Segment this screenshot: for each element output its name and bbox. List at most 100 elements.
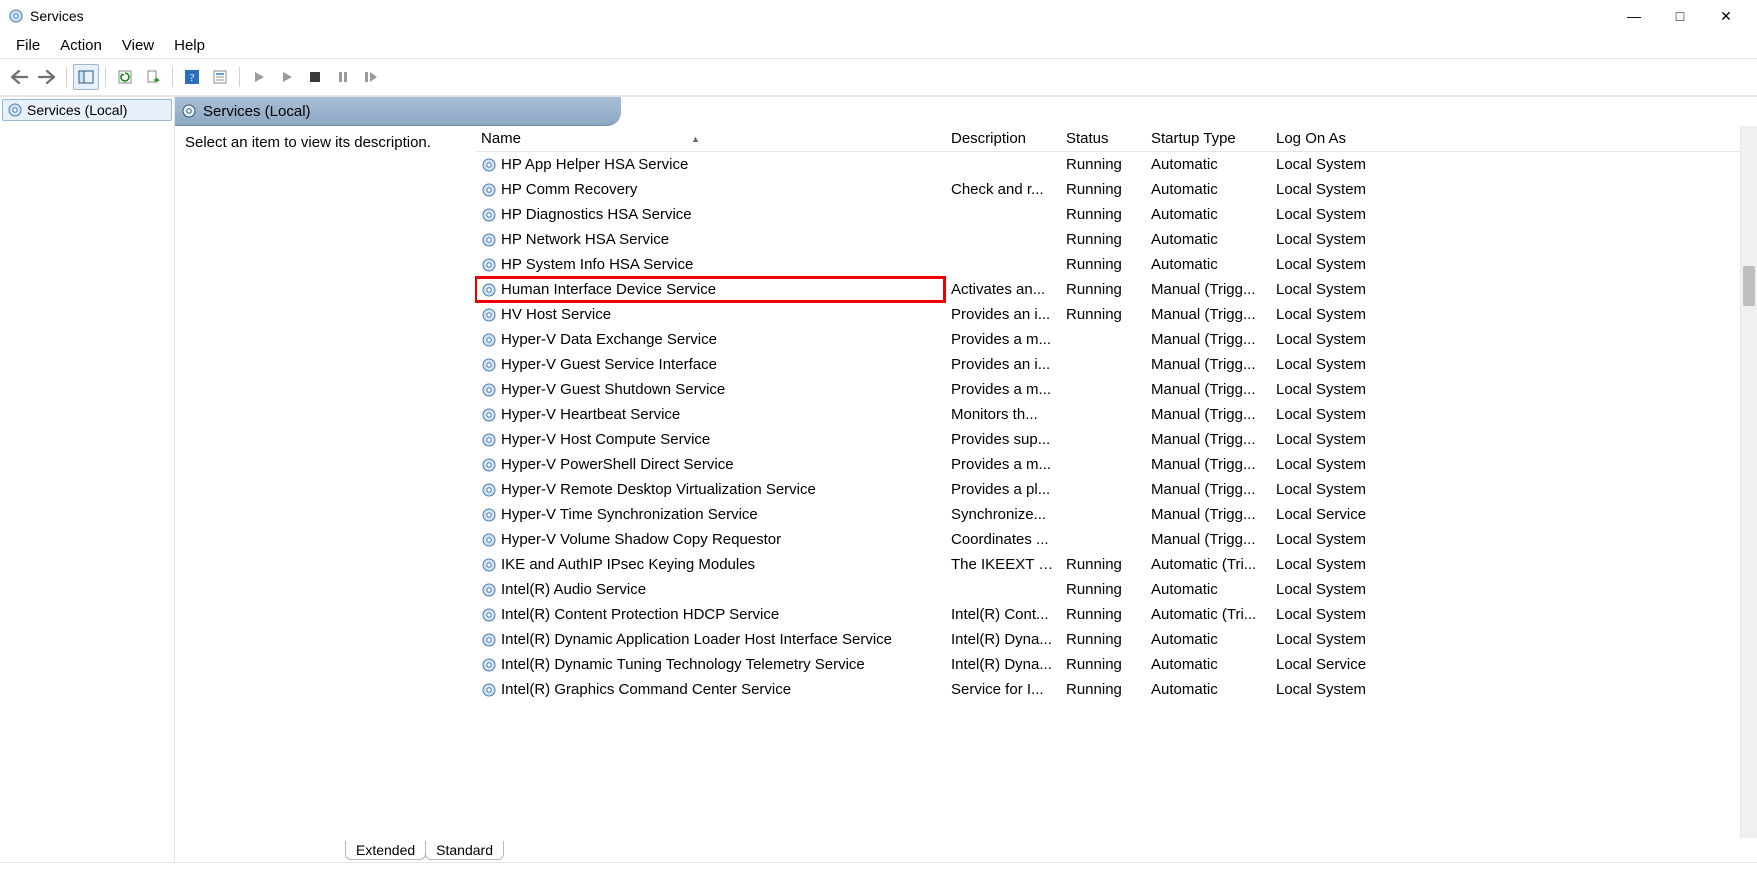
service-name-cell[interactable]: IKE and AuthIP IPsec Keying Modules: [475, 552, 945, 577]
gear-icon: [481, 182, 497, 198]
window-title: Services: [30, 8, 84, 24]
service-row[interactable]: Hyper-V Remote Desktop Virtualization Se…: [475, 477, 1740, 502]
service-status: Running: [1060, 677, 1145, 702]
start-service-alt-button[interactable]: [274, 64, 300, 90]
service-name-cell[interactable]: HP System Info HSA Service: [475, 252, 945, 277]
service-desc: Intel(R) Dyna...: [945, 652, 1060, 677]
scrollbar-thumb[interactable]: [1743, 266, 1755, 306]
properties-button[interactable]: [207, 64, 233, 90]
stop-service-button[interactable]: [302, 64, 328, 90]
service-desc: Intel(R) Cont...: [945, 602, 1060, 627]
service-row[interactable]: Intel(R) Dynamic Application Loader Host…: [475, 627, 1740, 652]
sort-asc-icon: ▲: [691, 134, 700, 144]
restart-service-button[interactable]: [358, 64, 384, 90]
service-name: IKE and AuthIP IPsec Keying Modules: [501, 556, 755, 573]
service-row[interactable]: Intel(R) Content Protection HDCP Service…: [475, 602, 1740, 627]
service-startup: Manual (Trigg...: [1145, 452, 1270, 477]
service-name-cell[interactable]: HP Diagnostics HSA Service: [475, 202, 945, 227]
back-button[interactable]: [6, 64, 32, 90]
column-description[interactable]: Description: [945, 126, 1060, 152]
service-name-cell[interactable]: Hyper-V Volume Shadow Copy Requestor: [475, 527, 945, 552]
service-desc: [945, 252, 1060, 277]
service-status: [1060, 352, 1145, 377]
service-status: [1060, 527, 1145, 552]
service-name-cell[interactable]: Hyper-V Remote Desktop Virtualization Se…: [475, 477, 945, 502]
service-row[interactable]: Human Interface Device ServiceActivates …: [475, 277, 1740, 302]
service-name-cell[interactable]: Hyper-V Guest Service Interface: [475, 352, 945, 377]
show-hide-tree-button[interactable]: [73, 64, 99, 90]
tab-standard[interactable]: Standard: [425, 841, 504, 860]
service-desc: Provides a m...: [945, 377, 1060, 402]
service-row[interactable]: Hyper-V Heartbeat ServiceMonitors th...M…: [475, 402, 1740, 427]
vertical-scrollbar[interactable]: [1740, 126, 1757, 838]
service-status: [1060, 402, 1145, 427]
service-name-cell[interactable]: Hyper-V Guest Shutdown Service: [475, 377, 945, 402]
service-desc: Service for I...: [945, 677, 1060, 702]
service-row[interactable]: HP Network HSA ServiceRunningAutomaticLo…: [475, 227, 1740, 252]
menu-view[interactable]: View: [112, 35, 164, 56]
service-name-cell[interactable]: HP App Helper HSA Service: [475, 152, 945, 177]
service-logon: Local System: [1270, 352, 1740, 377]
service-name-cell[interactable]: Hyper-V Host Compute Service: [475, 427, 945, 452]
column-status[interactable]: Status: [1060, 126, 1145, 152]
pause-service-button[interactable]: [330, 64, 356, 90]
service-row[interactable]: Hyper-V Data Exchange ServiceProvides a …: [475, 327, 1740, 352]
tree-root-services-local[interactable]: Services (Local): [2, 99, 172, 121]
service-name-cell[interactable]: HP Comm Recovery: [475, 177, 945, 202]
close-button[interactable]: ✕: [1703, 0, 1749, 32]
service-row[interactable]: Hyper-V PowerShell Direct ServiceProvide…: [475, 452, 1740, 477]
service-name: HP Network HSA Service: [501, 231, 669, 248]
service-row[interactable]: Hyper-V Guest Shutdown ServiceProvides a…: [475, 377, 1740, 402]
tab-extended[interactable]: Extended: [345, 841, 426, 860]
service-startup: Automatic: [1145, 627, 1270, 652]
column-name[interactable]: Name▲: [475, 126, 945, 152]
service-name: Intel(R) Dynamic Application Loader Host…: [501, 631, 892, 648]
service-row[interactable]: HP App Helper HSA ServiceRunningAutomati…: [475, 152, 1740, 178]
export-list-button[interactable]: [140, 64, 166, 90]
service-name-cell[interactable]: Hyper-V Time Synchronization Service: [475, 502, 945, 527]
service-row[interactable]: Hyper-V Host Compute ServiceProvides sup…: [475, 427, 1740, 452]
service-row[interactable]: HP Comm RecoveryCheck and r...RunningAut…: [475, 177, 1740, 202]
service-name: Intel(R) Dynamic Tuning Technology Telem…: [501, 656, 865, 673]
start-service-button[interactable]: [246, 64, 272, 90]
service-name: Hyper-V Volume Shadow Copy Requestor: [501, 531, 781, 548]
service-name: Hyper-V Data Exchange Service: [501, 331, 717, 348]
service-row[interactable]: Hyper-V Time Synchronization ServiceSync…: [475, 502, 1740, 527]
column-startup[interactable]: Startup Type: [1145, 126, 1270, 152]
refresh-button[interactable]: [112, 64, 138, 90]
service-name-cell[interactable]: Intel(R) Dynamic Application Loader Host…: [475, 627, 945, 652]
service-row[interactable]: IKE and AuthIP IPsec Keying ModulesThe I…: [475, 552, 1740, 577]
service-row[interactable]: Intel(R) Audio ServiceRunningAutomaticLo…: [475, 577, 1740, 602]
menu-action[interactable]: Action: [50, 35, 112, 56]
maximize-button[interactable]: □: [1657, 0, 1703, 32]
service-row[interactable]: Intel(R) Dynamic Tuning Technology Telem…: [475, 652, 1740, 677]
gear-icon: [481, 532, 497, 548]
service-name-cell[interactable]: Hyper-V Data Exchange Service: [475, 327, 945, 352]
service-name-cell[interactable]: Intel(R) Audio Service: [475, 577, 945, 602]
service-row[interactable]: Intel(R) Graphics Command Center Service…: [475, 677, 1740, 702]
service-row[interactable]: HP Diagnostics HSA ServiceRunningAutomat…: [475, 202, 1740, 227]
help-button[interactable]: ?: [179, 64, 205, 90]
service-row[interactable]: Hyper-V Guest Service InterfaceProvides …: [475, 352, 1740, 377]
column-logon[interactable]: Log On As: [1270, 126, 1740, 152]
service-name-cell[interactable]: Intel(R) Graphics Command Center Service: [475, 677, 945, 702]
service-name-cell[interactable]: Hyper-V PowerShell Direct Service: [475, 452, 945, 477]
service-name-cell[interactable]: Human Interface Device Service: [475, 277, 945, 302]
service-startup: Automatic: [1145, 652, 1270, 677]
service-name-cell[interactable]: HV Host Service: [475, 302, 945, 327]
service-name-cell[interactable]: Intel(R) Content Protection HDCP Service: [475, 602, 945, 627]
forward-button[interactable]: [34, 64, 60, 90]
service-name-cell[interactable]: Hyper-V Heartbeat Service: [475, 402, 945, 427]
service-status: Running: [1060, 627, 1145, 652]
service-row[interactable]: HP System Info HSA ServiceRunningAutomat…: [475, 252, 1740, 277]
menu-help[interactable]: Help: [164, 35, 215, 56]
menu-file[interactable]: File: [6, 35, 50, 56]
service-name-cell[interactable]: Intel(R) Dynamic Tuning Technology Telem…: [475, 652, 945, 677]
service-logon: Local System: [1270, 402, 1740, 427]
minimize-button[interactable]: —: [1611, 0, 1657, 32]
service-logon: Local System: [1270, 452, 1740, 477]
service-row[interactable]: HV Host ServiceProvides an i...RunningMa…: [475, 302, 1740, 327]
gear-icon: [481, 207, 497, 223]
service-name-cell[interactable]: HP Network HSA Service: [475, 227, 945, 252]
service-row[interactable]: Hyper-V Volume Shadow Copy RequestorCoor…: [475, 527, 1740, 552]
